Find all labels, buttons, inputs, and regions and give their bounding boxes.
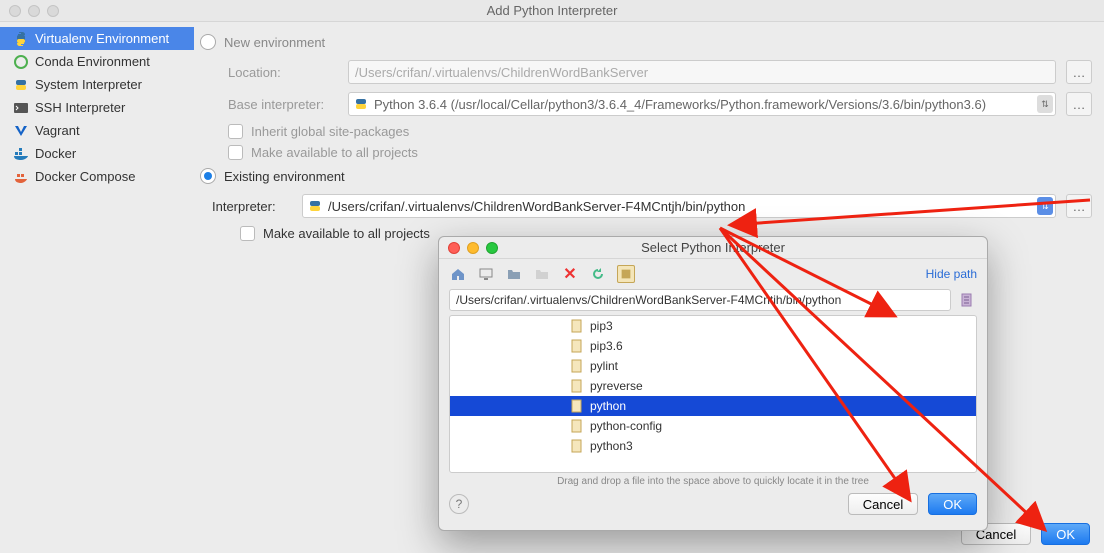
inherit-label: Inherit global site-packages — [251, 124, 409, 139]
sidebar-item-docker-compose[interactable]: Docker Compose — [0, 165, 194, 188]
file-name: python3 — [590, 439, 633, 453]
python-icon — [353, 96, 369, 112]
file-name: pip3.6 — [590, 339, 623, 353]
file-item[interactable]: pip3 — [450, 316, 976, 336]
nested-dialog-title: Select Python Interpreter — [439, 240, 987, 255]
help-button[interactable]: ? — [449, 494, 469, 514]
file-item-selected[interactable]: python — [450, 396, 976, 416]
radio-icon — [200, 34, 216, 50]
path-input[interactable]: /Users/crifan/.virtualenvs/ChildrenWordB… — [449, 289, 951, 311]
path-row: /Users/crifan/.virtualenvs/ChildrenWordB… — [439, 289, 987, 311]
inherit-checkbox[interactable] — [228, 124, 243, 139]
file-item[interactable]: pip3.6 — [450, 336, 976, 356]
sidebar-item-virtualenv[interactable]: Virtualenv Environment — [0, 27, 194, 50]
location-browse-button[interactable]: … — [1066, 60, 1092, 84]
file-icon — [570, 339, 584, 353]
python-icon — [13, 77, 29, 93]
home-icon[interactable] — [449, 265, 467, 283]
show-hidden-icon[interactable] — [617, 265, 635, 283]
new-env-form: Location: /Users/crifan/.virtualenvs/Chi… — [228, 60, 1092, 160]
file-icon — [570, 319, 584, 333]
file-list[interactable]: pip3 pip3.6 pylint pyreverse python pyth… — [449, 315, 977, 473]
location-label: Location: — [228, 65, 338, 80]
project-icon[interactable] — [505, 265, 523, 283]
file-name: python-config — [590, 419, 662, 433]
ssh-icon — [13, 100, 29, 116]
available-all-checkbox[interactable] — [228, 145, 243, 160]
sidebar: Virtualenv Environment Conda Environment… — [0, 22, 194, 527]
dropdown-arrows-icon: ⇅ — [1037, 197, 1053, 215]
drag-drop-hint: Drag and drop a file into the space abov… — [439, 476, 987, 487]
file-name: pylint — [590, 359, 618, 373]
existing-env-radio-row[interactable]: Existing environment — [200, 168, 1092, 184]
docker-icon — [13, 146, 29, 162]
available-all-label: Make available to all projects — [251, 145, 418, 160]
sidebar-item-label: Vagrant — [35, 123, 80, 138]
nested-ok-button[interactable]: OK — [928, 493, 977, 515]
file-icon — [570, 359, 584, 373]
existing-env-label: Existing environment — [224, 169, 345, 184]
base-interpreter-select[interactable]: Python 3.6.4 (/usr/local/Cellar/python3/… — [348, 92, 1056, 116]
window-titlebar: Add Python Interpreter — [0, 0, 1104, 22]
sidebar-item-label: System Interpreter — [35, 77, 142, 92]
nested-cancel-button[interactable]: Cancel — [848, 493, 918, 515]
sidebar-item-docker[interactable]: Docker — [0, 142, 194, 165]
location-input[interactable]: /Users/crifan/.virtualenvs/ChildrenWordB… — [348, 60, 1056, 84]
file-icon — [570, 379, 584, 393]
nested-dialog-footer: ? Cancel OK — [439, 487, 987, 523]
window-title: Add Python Interpreter — [0, 3, 1104, 18]
select-interpreter-dialog: Select Python Interpreter ✕ Hide path /U… — [438, 236, 988, 531]
docker-compose-icon — [13, 169, 29, 185]
interpreter-select[interactable]: /Users/crifan/.virtualenvs/ChildrenWordB… — [302, 194, 1056, 218]
refresh-icon[interactable] — [589, 265, 607, 283]
sidebar-item-label: Docker — [35, 146, 76, 161]
nested-titlebar: Select Python Interpreter — [439, 237, 987, 259]
hide-path-link[interactable]: Hide path — [926, 267, 977, 281]
file-name: pyreverse — [590, 379, 643, 393]
delete-icon[interactable]: ✕ — [561, 265, 579, 283]
sidebar-item-label: Virtualenv Environment — [35, 31, 169, 46]
ok-button[interactable]: OK — [1041, 523, 1090, 545]
existing-available-label: Make available to all projects — [263, 226, 430, 241]
conda-icon — [13, 54, 29, 70]
sidebar-item-system[interactable]: System Interpreter — [0, 73, 194, 96]
file-icon — [570, 419, 584, 433]
file-name: pip3 — [590, 319, 613, 333]
new-folder-icon[interactable] — [533, 265, 551, 283]
vagrant-icon — [13, 123, 29, 139]
sidebar-item-ssh[interactable]: SSH Interpreter — [0, 96, 194, 119]
file-name: python — [590, 399, 626, 413]
base-interpreter-browse-button[interactable]: … — [1066, 92, 1092, 116]
base-interpreter-value: Python 3.6.4 (/usr/local/Cellar/python3/… — [374, 97, 1051, 112]
file-item[interactable]: python-config — [450, 416, 976, 436]
new-env-label: New environment — [224, 35, 325, 50]
history-icon[interactable] — [957, 290, 977, 310]
sidebar-item-label: SSH Interpreter — [35, 100, 125, 115]
sidebar-item-vagrant[interactable]: Vagrant — [0, 119, 194, 142]
desktop-icon[interactable] — [477, 265, 495, 283]
file-chooser-toolbar: ✕ Hide path — [439, 259, 987, 289]
file-icon — [570, 399, 584, 413]
file-icon — [570, 439, 584, 453]
existing-available-checkbox[interactable] — [240, 226, 255, 241]
file-item[interactable]: python3 — [450, 436, 976, 456]
interpreter-value: /Users/crifan/.virtualenvs/ChildrenWordB… — [328, 199, 1051, 214]
dropdown-arrows-icon: ⇅ — [1037, 95, 1053, 113]
existing-env-form: Interpreter: /Users/crifan/.virtualenvs/… — [212, 194, 1092, 241]
new-env-radio-row[interactable]: New environment — [200, 34, 1092, 50]
base-interpreter-label: Base interpreter: — [228, 97, 338, 112]
sidebar-item-label: Docker Compose — [35, 169, 135, 184]
interpreter-browse-button[interactable]: … — [1066, 194, 1092, 218]
file-item[interactable]: pyreverse — [450, 376, 976, 396]
file-item[interactable]: pylint — [450, 356, 976, 376]
sidebar-item-label: Conda Environment — [35, 54, 150, 69]
python-icon — [307, 198, 323, 214]
interpreter-label: Interpreter: — [212, 199, 292, 214]
radio-icon — [200, 168, 216, 184]
sidebar-item-conda[interactable]: Conda Environment — [0, 50, 194, 73]
python-icon — [13, 31, 29, 47]
